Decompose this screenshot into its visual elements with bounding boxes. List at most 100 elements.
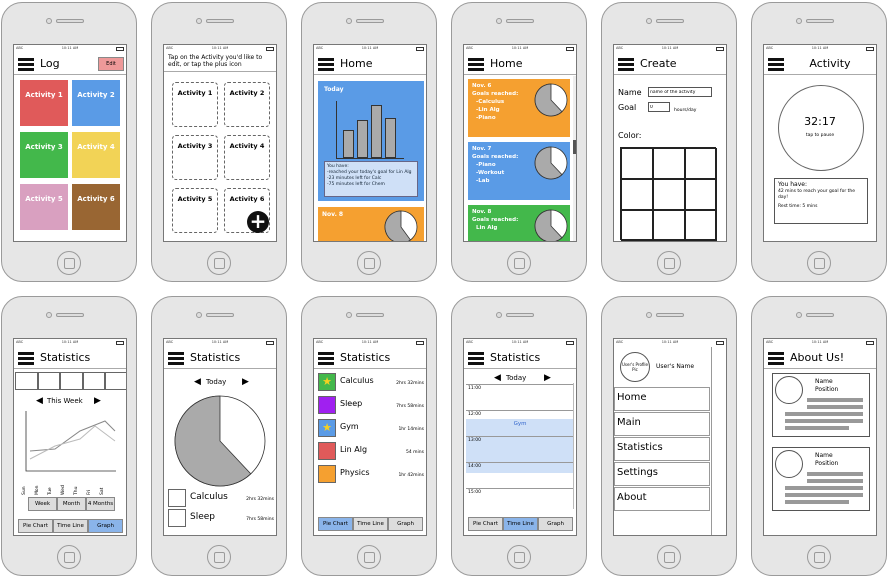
goal-unit-label: hours/day [674, 108, 697, 113]
color-swatch [318, 442, 336, 460]
activity-tile-editable[interactable]: Activity 1 [172, 82, 218, 127]
avatar[interactable]: User's Profile Pic [620, 352, 650, 382]
color-swatch[interactable] [621, 148, 653, 179]
color-swatch[interactable] [653, 179, 685, 210]
week-cell[interactable] [15, 372, 38, 390]
add-plus-icon[interactable]: + [247, 211, 269, 233]
edit-button[interactable]: Edit [98, 57, 124, 71]
home-button[interactable] [207, 545, 231, 569]
week-cell[interactable] [60, 372, 83, 390]
view-button[interactable]: Pie Chart [318, 517, 353, 531]
day-card[interactable]: Nov. 7 Goals reached: -Piano -Workout -Lab [468, 142, 570, 200]
activity-tile-editable[interactable]: Activity 4 [224, 135, 270, 180]
home-button[interactable] [357, 251, 381, 275]
prev-arrow-icon[interactable]: ◀ [194, 377, 201, 387]
view-button[interactable]: Pie Chart [18, 519, 53, 533]
stat-row[interactable]: Physics 1hr 42mins [318, 465, 426, 483]
speaker-icon [56, 313, 84, 317]
view-button[interactable]: Graph [538, 517, 573, 531]
hamburger-menu-icon[interactable] [18, 352, 34, 365]
menu-item[interactable]: About [614, 487, 710, 511]
color-swatch[interactable] [653, 148, 685, 179]
range-button[interactable]: Week [28, 497, 57, 511]
activity-tile[interactable]: Activity 5 [20, 184, 68, 230]
color-swatch[interactable] [653, 210, 685, 241]
summary-line: -75 minutes left for Chem [327, 182, 385, 187]
home-button[interactable] [507, 545, 531, 569]
activity-tile[interactable]: Activity 1 [20, 80, 68, 126]
activity-tile-editable[interactable]: Activity 3 [172, 135, 218, 180]
color-swatch[interactable] [621, 210, 653, 241]
home-button[interactable] [507, 251, 531, 275]
stat-row[interactable]: Sleep 7hrs 58mins [168, 509, 276, 527]
view-button[interactable]: Pie Chart [468, 517, 503, 531]
week-cell[interactable] [37, 372, 60, 390]
timer-circle[interactable] [778, 85, 864, 171]
home-button[interactable] [357, 545, 381, 569]
week-cell[interactable] [82, 372, 105, 390]
stat-row[interactable]: Lin Alg 54 mins [318, 442, 426, 460]
stat-row[interactable]: Calculus 2hrs 32mins [168, 489, 276, 507]
page-title: Statistics [40, 351, 91, 364]
day-card[interactable]: Nov. 6 Goals reached: -Calculus -Lin Alg -Pi… [468, 79, 570, 137]
home-button[interactable] [657, 545, 681, 569]
view-button[interactable]: Time Line [353, 517, 388, 531]
prev-arrow-icon[interactable]: ◀ [36, 396, 43, 406]
activity-tile[interactable]: Activity 3 [20, 132, 68, 178]
stat-row[interactable]: Sleep 7hrs 58mins [318, 396, 426, 414]
next-arrow-icon[interactable]: ▶ [544, 373, 551, 383]
hamburger-menu-icon[interactable] [168, 352, 184, 365]
view-button[interactable]: Graph [388, 517, 423, 531]
activity-tile-editable[interactable]: Activity 5 [172, 188, 218, 233]
home-button[interactable] [657, 251, 681, 275]
color-swatch[interactable] [685, 179, 717, 210]
graph-axes [25, 411, 116, 472]
hamburger-menu-icon[interactable] [468, 58, 484, 71]
scroll-thumb[interactable] [573, 140, 576, 154]
hamburger-menu-icon[interactable] [18, 58, 34, 71]
view-button[interactable]: Graph [88, 519, 123, 533]
day-card[interactable]: Nov. 8 Goals reached: Lin Alg [468, 205, 570, 241]
event-label[interactable]: Gym [464, 421, 576, 427]
menu-item[interactable]: Home [614, 387, 710, 411]
color-grid[interactable] [620, 147, 717, 241]
home-button[interactable] [57, 251, 81, 275]
color-swatch[interactable] [685, 148, 717, 179]
prev-arrow-icon[interactable]: ◀ [494, 373, 501, 383]
goal-input[interactable] [648, 102, 670, 112]
next-arrow-icon[interactable]: ▶ [94, 396, 101, 406]
menu-item[interactable]: Main [614, 412, 710, 436]
range-button[interactable]: 4 Months [86, 497, 115, 511]
home-button[interactable] [807, 251, 831, 275]
scrollbar[interactable] [573, 76, 576, 241]
home-button[interactable] [207, 251, 231, 275]
home-button[interactable] [57, 545, 81, 569]
view-button[interactable]: Time Line [503, 517, 538, 531]
hamburger-menu-icon[interactable] [618, 58, 634, 71]
next-arrow-icon[interactable]: ▶ [242, 377, 249, 387]
hamburger-menu-icon[interactable] [468, 352, 484, 365]
name-input[interactable] [648, 87, 712, 97]
hamburger-menu-icon[interactable] [318, 352, 334, 365]
placeholder-text-line [785, 419, 863, 423]
menu-item[interactable]: Settings [614, 462, 710, 486]
week-cell[interactable] [105, 372, 126, 390]
color-swatch[interactable] [621, 179, 653, 210]
range-button[interactable]: Month [57, 497, 86, 511]
activity-tile[interactable]: Activity 4 [72, 132, 120, 178]
scrollbar[interactable] [573, 383, 576, 509]
activity-tile[interactable]: Activity 6 [72, 184, 120, 230]
hamburger-menu-icon[interactable] [768, 352, 784, 365]
hamburger-menu-icon[interactable] [768, 58, 784, 71]
home-button[interactable] [807, 545, 831, 569]
color-swatch[interactable] [685, 210, 717, 241]
activity-tile[interactable]: Activity 2 [72, 80, 120, 126]
stat-row[interactable]: ★ Gym 1hr 14mins [318, 419, 426, 437]
view-button[interactable]: Time Line [53, 519, 88, 533]
menu-item[interactable]: Statistics [614, 437, 710, 461]
stat-row[interactable]: ★ Calculus 2hrs 32mins [318, 373, 426, 391]
person-avatar [775, 376, 803, 404]
instructions-text: Tap on the Activity you'd like to edit, … [168, 54, 263, 68]
activity-tile-editable[interactable]: Activity 2 [224, 82, 270, 127]
hamburger-menu-icon[interactable] [318, 58, 334, 71]
